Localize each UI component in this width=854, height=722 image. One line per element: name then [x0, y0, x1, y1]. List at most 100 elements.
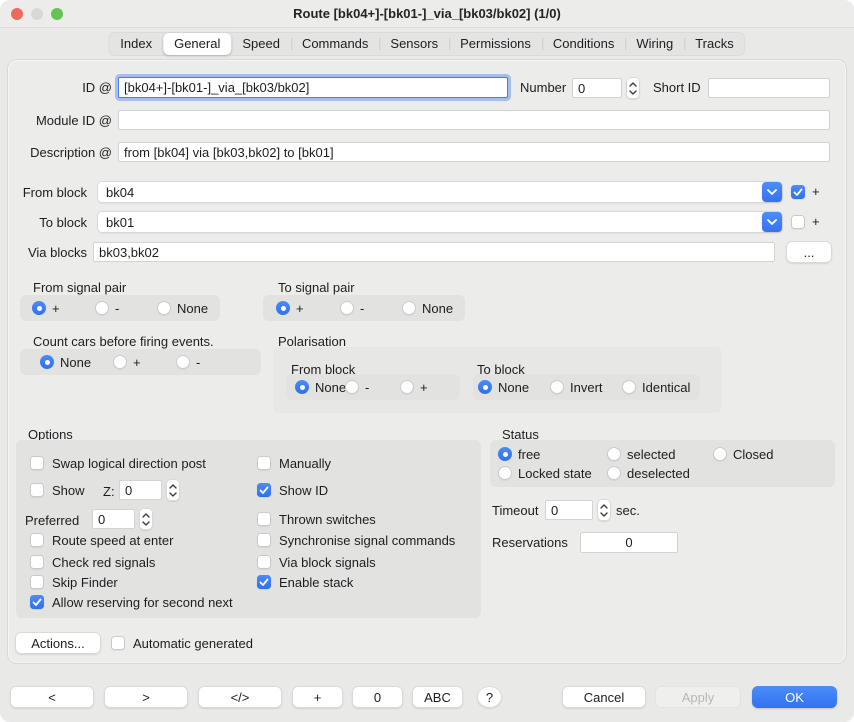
status-deselected-option[interactable]: deselected	[607, 466, 690, 480]
radio-icon[interactable]	[276, 301, 290, 315]
polarisation-from-plus-option[interactable]: +	[400, 380, 428, 394]
preferred-field[interactable]	[92, 509, 135, 529]
tab-speed[interactable]: Speed	[231, 33, 291, 55]
polarisation-to-invert-option[interactable]: Invert	[550, 380, 603, 394]
count-cars-minus-option[interactable]: -	[176, 355, 200, 369]
checkbox-icon[interactable]	[257, 533, 271, 547]
tab-general[interactable]: General	[163, 33, 231, 55]
timeout-stepper[interactable]	[597, 499, 611, 521]
tab-wiring[interactable]: Wiring	[625, 33, 684, 55]
to-signal-plus-option[interactable]: +	[276, 301, 304, 315]
next-button[interactable]: >	[104, 686, 188, 708]
short-id-field[interactable]	[708, 78, 830, 98]
radio-icon[interactable]	[95, 301, 109, 315]
abc-button[interactable]: ABC	[412, 686, 463, 708]
from-block-plus-checkbox[interactable]	[791, 185, 805, 199]
radio-icon[interactable]	[607, 447, 621, 461]
from-signal-none-option[interactable]: None	[157, 301, 208, 315]
z-field[interactable]	[119, 480, 162, 500]
radio-icon[interactable]	[622, 380, 636, 394]
radio-icon[interactable]	[176, 355, 190, 369]
radio-icon[interactable]	[400, 380, 414, 394]
polarisation-from-none-option[interactable]: None	[295, 380, 346, 394]
status-free-option[interactable]: free	[498, 447, 540, 461]
checkbox-icon[interactable]	[257, 555, 271, 569]
reservations-field[interactable]	[580, 532, 678, 553]
help-button[interactable]: ?	[477, 686, 502, 708]
thrown-switches-option[interactable]: Thrown switches	[257, 511, 376, 527]
apply-button[interactable]: Apply	[655, 686, 741, 708]
radio-icon[interactable]	[498, 447, 512, 461]
enable-stack-option[interactable]: Enable stack	[257, 574, 353, 590]
radio-icon[interactable]	[498, 466, 512, 480]
radio-icon[interactable]	[550, 380, 564, 394]
checkbox-icon[interactable]	[111, 636, 125, 650]
radio-icon[interactable]	[40, 355, 54, 369]
module-id-field[interactable]	[118, 110, 830, 130]
status-selected-option[interactable]: selected	[607, 447, 675, 461]
allow-reserving-option[interactable]: Allow reserving for second next	[30, 594, 233, 610]
to-block-combo[interactable]: bk01	[97, 211, 783, 233]
to-signal-none-option[interactable]: None	[402, 301, 453, 315]
radio-icon[interactable]	[713, 447, 727, 461]
from-signal-minus-option[interactable]: -	[95, 301, 119, 315]
radio-icon[interactable]	[607, 466, 621, 480]
plus-button[interactable]: +	[292, 686, 343, 708]
tab-tracks[interactable]: Tracks	[684, 33, 745, 55]
skip-finder-option[interactable]: Skip Finder	[30, 574, 118, 590]
status-locked-option[interactable]: Locked state	[498, 466, 592, 480]
preferred-stepper[interactable]	[139, 508, 153, 530]
zoom-button[interactable]	[51, 8, 63, 20]
zero-button[interactable]: 0	[352, 686, 403, 708]
from-block-dropdown-button[interactable]	[762, 182, 782, 202]
count-cars-plus-option[interactable]: +	[113, 355, 141, 369]
tab-conditions[interactable]: Conditions	[542, 33, 625, 55]
radio-icon[interactable]	[295, 380, 309, 394]
checkbox-icon[interactable]	[257, 512, 271, 526]
checkbox-icon[interactable]	[30, 456, 44, 470]
polarisation-from-minus-option[interactable]: -	[345, 380, 369, 394]
radio-icon[interactable]	[402, 301, 416, 315]
z-stepper[interactable]	[166, 479, 180, 501]
radio-icon[interactable]	[157, 301, 171, 315]
id-field[interactable]	[118, 77, 508, 98]
to-signal-minus-option[interactable]: -	[340, 301, 364, 315]
via-block-signals-option[interactable]: Via block signals	[257, 554, 376, 570]
prev-button[interactable]: <	[10, 686, 94, 708]
code-button[interactable]: </>	[198, 686, 282, 708]
tab-sensors[interactable]: Sensors	[379, 33, 449, 55]
via-blocks-browse-button[interactable]: ...	[786, 241, 832, 263]
radio-icon[interactable]	[113, 355, 127, 369]
number-stepper[interactable]	[626, 77, 640, 99]
actions-button[interactable]: Actions...	[15, 632, 101, 654]
radio-icon[interactable]	[478, 380, 492, 394]
from-signal-plus-option[interactable]: +	[32, 301, 60, 315]
synchronise-signal-option[interactable]: Synchronise signal commands	[257, 532, 455, 548]
tab-permissions[interactable]: Permissions	[449, 33, 542, 55]
tab-commands[interactable]: Commands	[291, 33, 379, 55]
timeout-field[interactable]	[545, 500, 593, 520]
checkbox-icon[interactable]	[30, 595, 44, 609]
to-block-plus-checkbox[interactable]	[791, 215, 805, 229]
close-button[interactable]	[11, 8, 23, 20]
radio-icon[interactable]	[32, 301, 46, 315]
description-field[interactable]	[118, 142, 830, 162]
count-cars-none-option[interactable]: None	[40, 355, 91, 369]
status-closed-option[interactable]: Closed	[713, 447, 773, 461]
checkbox-icon[interactable]	[30, 483, 44, 497]
checkbox-icon[interactable]	[30, 575, 44, 589]
radio-icon[interactable]	[345, 380, 359, 394]
checkbox-icon[interactable]	[257, 456, 271, 470]
polarisation-to-none-option[interactable]: None	[478, 380, 529, 394]
from-block-combo[interactable]: bk04	[97, 181, 783, 203]
show-option[interactable]: Show	[30, 482, 85, 498]
polarisation-to-identical-option[interactable]: Identical	[622, 380, 690, 394]
radio-icon[interactable]	[340, 301, 354, 315]
tab-index[interactable]: Index	[109, 33, 163, 55]
checkbox-icon[interactable]	[30, 533, 44, 547]
cancel-button[interactable]: Cancel	[562, 686, 646, 708]
manually-option[interactable]: Manually	[257, 455, 331, 471]
checkbox-icon[interactable]	[257, 483, 271, 497]
check-red-signals-option[interactable]: Check red signals	[30, 554, 155, 570]
to-block-dropdown-button[interactable]	[762, 212, 782, 232]
